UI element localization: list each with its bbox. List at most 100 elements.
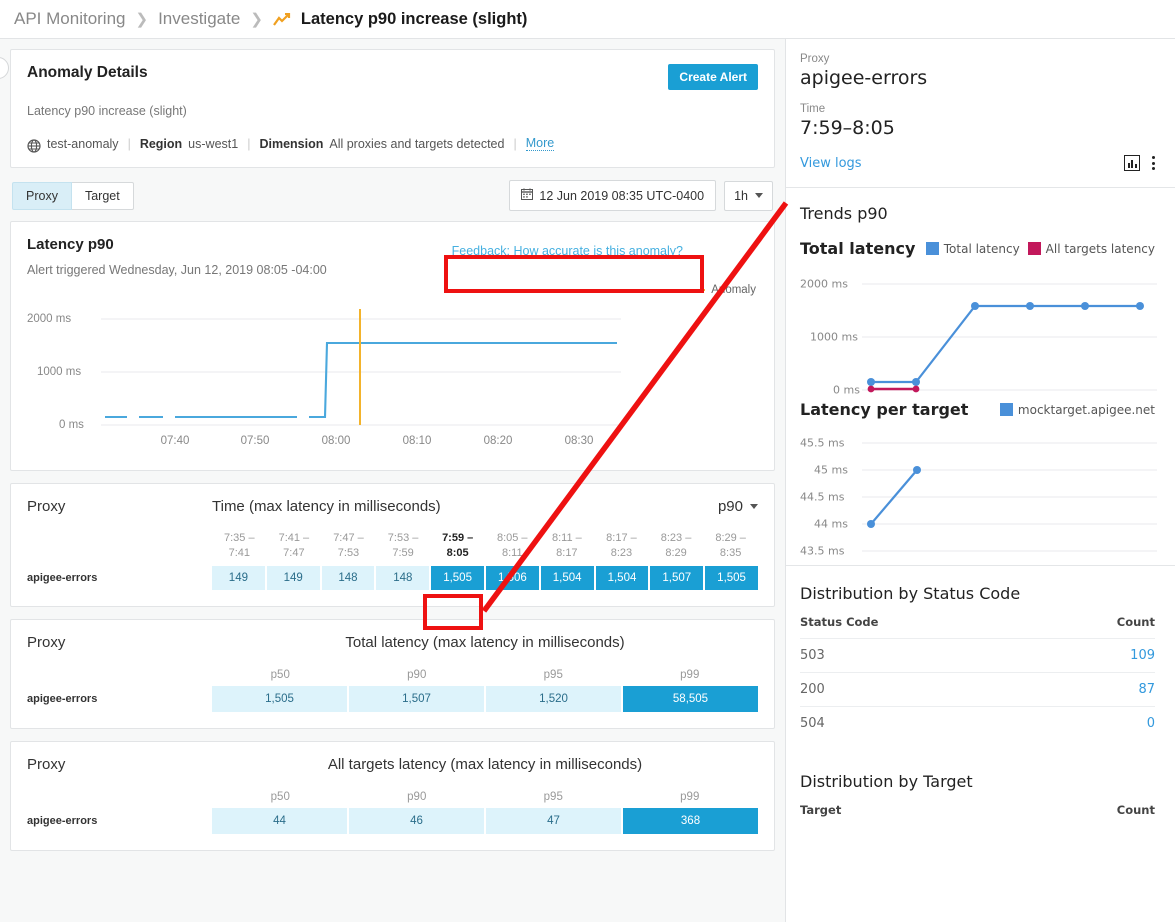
trends-total-latency-plot: 2000 ms 1000 ms 0 ms <box>800 268 1157 397</box>
percentile-cell[interactable]: 47 <box>486 807 621 834</box>
percentile-header: p90 <box>407 790 427 803</box>
status-code-count[interactable]: 87 <box>1038 672 1155 707</box>
per-target-svg <box>862 442 1157 552</box>
status-code-value: 200 <box>800 672 1039 707</box>
table-row: 503 109 <box>800 638 1155 673</box>
table-row: 200 87 <box>800 672 1155 707</box>
legend-swatch <box>925 242 939 255</box>
x-tick-0800: 08:00 <box>321 435 351 447</box>
percentile-cell[interactable]: 46 <box>349 807 484 834</box>
latency-cell[interactable]: 149 <box>266 565 320 590</box>
latency-cell[interactable]: 1,504 <box>595 565 649 590</box>
legend-swatch <box>999 403 1013 416</box>
percentile-select[interactable]: p90 <box>718 498 758 515</box>
tab-proxy[interactable]: Proxy <box>12 181 72 210</box>
time-col-header: 7:47 –7:53 <box>333 532 364 559</box>
status-code-count[interactable]: 0 <box>1038 706 1155 740</box>
date-value: 12 Jun 2019 08:35 UTC-0400 <box>539 188 705 203</box>
latency-p90-plot: 2000 ms 1000 ms 0 ms 07:40 07:50 08:00 0… <box>27 283 758 468</box>
legend-item-mocktarget[interactable]: mocktarget.apigee.net <box>999 403 1155 417</box>
rp2-y-tick-455: 45.5 ms <box>800 436 845 450</box>
legend-item-all-targets-latency[interactable]: All targets latency <box>1027 242 1155 256</box>
status-code-column-header: Status Code <box>800 615 879 629</box>
percentile-cell[interactable]: 58,505 <box>623 685 758 712</box>
time-col-header: 8:11 –8:17 <box>551 532 582 559</box>
percentile-header: p50 <box>270 668 290 681</box>
latency-cell-selected[interactable]: 1,505 <box>431 565 484 590</box>
latency-per-target-plot: 45.5 ms 45 ms 44.5 ms 44 ms 43.5 ms <box>800 429 1157 559</box>
latency-cell[interactable]: 1,505 <box>705 565 758 590</box>
legend-item-total-latency[interactable]: Total latency <box>925 242 1020 256</box>
percentile-header: p95 <box>543 668 563 681</box>
latency-cell[interactable]: 148 <box>376 565 430 590</box>
feedback-link[interactable]: Feedback: How accurate is this anomaly? <box>451 244 683 259</box>
latency-per-target-title: Latency per target <box>800 400 969 419</box>
api-monitoring-page: API Monitoring ❯ Investigate ❯ Latency p… <box>0 0 1175 922</box>
chevron-down-icon <box>755 193 763 198</box>
left-panel: Anomaly Details Create Alert Latency p90… <box>0 38 786 922</box>
panel-collapse-handle[interactable] <box>0 57 9 79</box>
percentile-cell[interactable]: 44 <box>212 807 347 834</box>
time-latency-table-card: Proxy Time (max latency in milliseconds)… <box>10 483 775 607</box>
time-table-entity-label: Proxy <box>27 498 66 515</box>
all-targets-entity-label: Proxy <box>27 755 66 773</box>
meta-divider: | <box>513 136 517 151</box>
globe-icon <box>27 138 41 153</box>
entity-tabs: Proxy Target <box>12 181 134 210</box>
x-tick-0810: 08:10 <box>402 435 432 447</box>
latency-cell[interactable]: 1,504 <box>540 565 594 590</box>
breadcrumb-section[interactable]: Investigate <box>158 9 240 29</box>
percentile-cell[interactable]: 1,520 <box>486 685 621 712</box>
region-value: us-west1 <box>188 136 239 151</box>
time-range-value: 1h <box>734 188 748 203</box>
right-proxy-label: Proxy <box>800 53 830 65</box>
total-latency-chart-title: Total latency <box>800 239 916 258</box>
y-tick-2000: 2000 ms <box>27 313 72 325</box>
target-table: Target Count <box>800 803 1155 826</box>
total-latency-entity-label: Proxy <box>27 633 66 651</box>
bar-chart-icon[interactable] <box>1124 155 1140 171</box>
dimension-value: All proxies and targets detected <box>329 136 505 151</box>
all-targets-row-label: apigee-errors <box>27 814 98 827</box>
alert-trigger-text: Alert triggered Wednesday, Jun 12, 2019 … <box>27 263 327 277</box>
percentile-cell[interactable]: 1,507 <box>349 685 484 712</box>
table-row: apigee-errors 149 149 148 148 1,505 1,50… <box>27 565 758 590</box>
latency-cell[interactable]: 1,506 <box>485 565 539 590</box>
latency-cell[interactable]: 149 <box>212 565 265 590</box>
trends-section-title: Trends p90 <box>800 204 888 223</box>
time-table-row-label: apigee-errors <box>27 571 98 584</box>
status-code-count[interactable]: 109 <box>1038 638 1155 673</box>
view-logs-link[interactable]: View logs <box>800 156 862 171</box>
time-range-select[interactable]: 1h <box>724 180 773 211</box>
time-col-header: 7:35 –7:41 <box>224 532 255 559</box>
percentile-cell[interactable]: 368 <box>623 807 758 834</box>
percentile-header: p99 <box>680 790 700 803</box>
kebab-menu-icon[interactable] <box>1152 156 1155 170</box>
percentile-header: p90 <box>407 668 427 681</box>
create-alert-button[interactable]: Create Alert <box>668 64 758 90</box>
status-code-table: Status Code Count 503 109 200 87 504 0 <box>800 615 1155 740</box>
more-link[interactable]: More <box>525 136 555 151</box>
anomaly-details-card: Anomaly Details Create Alert Latency p90… <box>10 49 775 168</box>
status-code-value: 504 <box>800 706 1039 740</box>
latency-cell[interactable]: 148 <box>321 565 375 590</box>
target-distribution-title: Distribution by Target <box>800 772 973 791</box>
total-latency-table-card: Proxy Total latency (max latency in mill… <box>10 618 775 729</box>
breadcrumb-separator: ❯ <box>250 11 263 28</box>
trends-svg <box>862 283 1157 393</box>
breadcrumb-root[interactable]: API Monitoring <box>14 9 126 29</box>
legend-swatch <box>1027 242 1041 255</box>
tab-target[interactable]: Target <box>71 181 134 210</box>
table-header-row: Status Code Count <box>800 615 1155 639</box>
date-picker[interactable]: 12 Jun 2019 08:35 UTC-0400 <box>509 180 717 211</box>
x-tick-0820: 08:20 <box>483 435 513 447</box>
breadcrumb: API Monitoring ❯ Investigate ❯ Latency p… <box>0 0 1175 38</box>
count-column-header: Count <box>1116 803 1155 817</box>
time-col-header: 8:17 –8:23 <box>606 532 637 559</box>
rp2-y-tick-45: 45 ms <box>814 463 848 477</box>
table-row: 504 0 <box>800 706 1155 740</box>
percentile-cell[interactable]: 1,505 <box>212 685 347 712</box>
percentile-value: p90 <box>717 498 743 515</box>
latency-cell[interactable]: 1,507 <box>650 565 704 590</box>
rp-y-tick-0: 0 ms <box>833 383 860 397</box>
